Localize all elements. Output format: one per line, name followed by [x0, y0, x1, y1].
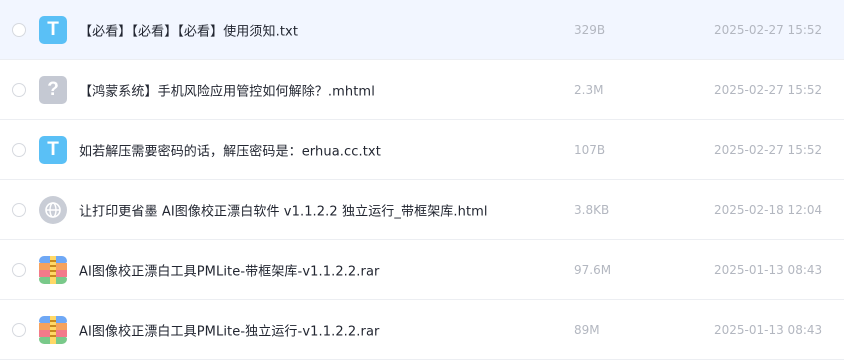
file-name[interactable]: 【鸿蒙系统】手机风险应用管控如何解除？.mhtml — [79, 80, 375, 99]
file-row[interactable]: ? 【鸿蒙系统】手机风险应用管控如何解除？.mhtml 2.3M 2025-02… — [0, 60, 844, 120]
file-size: 3.8KB — [574, 202, 610, 217]
file-date: 2025-02-27 15:52 — [714, 22, 823, 37]
row-checkbox[interactable] — [12, 142, 26, 157]
file-list: T 【必看】【必看】【必看】使用须知.txt 329B 2025-02-27 1… — [0, 0, 844, 360]
archive-icon — [39, 255, 67, 284]
file-name[interactable]: 如若解压需要密码的话，解压密码是：erhua.cc.txt — [79, 140, 381, 159]
file-size: 329B — [574, 22, 606, 37]
archive-file-icon — [39, 255, 67, 284]
globe-icon — [45, 201, 61, 218]
file-name[interactable]: AI图像校正漂白工具PMLite-独立运行-v1.1.2.2.rar — [79, 320, 379, 339]
row-checkbox[interactable] — [12, 322, 26, 337]
file-name[interactable]: 让打印更省墨 AI图像校正漂白软件 v1.1.2.2 独立运行_带框架库.htm… — [79, 200, 488, 219]
file-row[interactable]: T 如若解压需要密码的话，解压密码是：erhua.cc.txt 107B 202… — [0, 120, 844, 180]
row-checkbox[interactable] — [12, 22, 26, 37]
file-date: 2025-02-27 15:52 — [714, 82, 823, 97]
file-name[interactable]: AI图像校正漂白工具PMLite-带框架库-v1.1.2.2.rar — [79, 260, 379, 279]
txt-file-icon: T — [39, 15, 67, 44]
row-checkbox[interactable] — [12, 202, 26, 217]
file-size: 89M — [574, 322, 600, 337]
file-date: 2025-01-13 08:43 — [714, 322, 823, 337]
txt-file-icon: T — [39, 135, 67, 164]
file-date: 2025-02-18 12:04 — [714, 202, 823, 217]
file-row[interactable]: 让打印更省墨 AI图像校正漂白软件 v1.1.2.2 独立运行_带框架库.htm… — [0, 180, 844, 240]
row-checkbox[interactable] — [12, 82, 26, 97]
file-size: 107B — [574, 142, 606, 157]
file-date: 2025-02-27 15:52 — [714, 142, 823, 157]
row-checkbox[interactable] — [12, 262, 26, 277]
file-row[interactable]: AI图像校正漂白工具PMLite-带框架库-v1.1.2.2.rar 97.6M… — [0, 240, 844, 300]
file-size: 2.3M — [574, 82, 604, 97]
file-size: 97.6M — [574, 262, 612, 277]
globe-file-icon — [39, 195, 67, 224]
file-date: 2025-01-13 08:43 — [714, 262, 823, 277]
file-name[interactable]: 【必看】【必看】【必看】使用须知.txt — [79, 20, 298, 39]
file-row[interactable]: T 【必看】【必看】【必看】使用须知.txt 329B 2025-02-27 1… — [0, 0, 844, 60]
unknown-file-icon: ? — [39, 75, 67, 104]
archive-file-icon — [39, 315, 67, 344]
file-row[interactable]: AI图像校正漂白工具PMLite-独立运行-v1.1.2.2.rar 89M 2… — [0, 300, 844, 360]
archive-icon — [39, 315, 67, 344]
